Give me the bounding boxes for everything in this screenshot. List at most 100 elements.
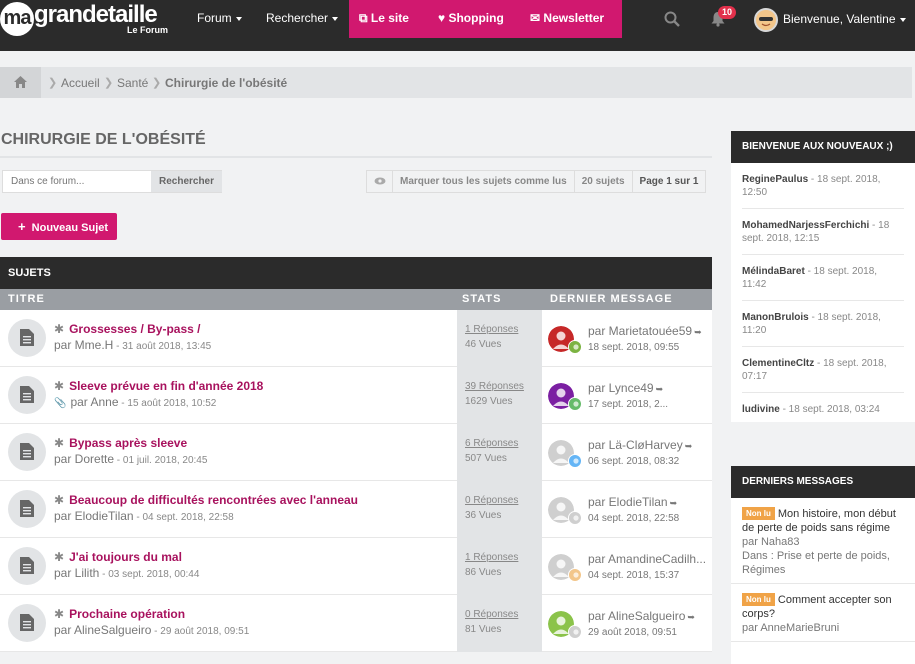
mark-read-button[interactable]: Marquer tous les sujets comme lus (393, 171, 575, 192)
avatar[interactable] (568, 625, 582, 639)
topic-author[interactable]: par Dorette (54, 452, 114, 466)
breadcrumb-home[interactable] (0, 67, 41, 98)
replies-link[interactable]: 0 Réponses (465, 609, 518, 620)
user-avatar-icon (569, 512, 581, 524)
latest-message-author[interactable]: par AnneMarieBruni (742, 621, 904, 635)
replies-link[interactable]: 1 Réponses (465, 552, 518, 563)
topic-title-link[interactable]: Grossesses / By-pass / (69, 322, 200, 336)
user-avatar-icon (569, 569, 581, 581)
replies-link[interactable]: 39 Réponses (465, 381, 524, 392)
member-name[interactable]: ClementineCltz (742, 358, 814, 369)
topic-author[interactable]: par Anne (70, 395, 118, 409)
nav-newsletter[interactable]: ✉ Newsletter (520, 0, 622, 38)
go-to-post-icon[interactable]: ➥ (656, 384, 664, 394)
search-icon[interactable] (664, 11, 680, 27)
watch-forum-button[interactable] (367, 171, 393, 192)
last-message-author[interactable]: par Lä-CløHarvey ➥ (588, 438, 692, 452)
member-date: - 18 sept. 2018, 03:24 (779, 404, 880, 415)
last-message-author-label: par Lä-CløHarvey (588, 438, 683, 452)
forum-search-input[interactable] (3, 171, 151, 192)
table-row[interactable]: ✱ Grossesses / By-pass / par Mme.H - 31 ao… (0, 310, 712, 367)
topic-title-line: ✱ Grossesses / By-pass / (54, 322, 200, 336)
table-row[interactable]: ✱ J'ai toujours du mal par Lilith - 03 sep… (0, 538, 712, 595)
topic-title-link[interactable]: Sleeve prévue en fin d'année 2018 (69, 379, 263, 393)
topic-icon-circle (8, 490, 46, 528)
document-icon (20, 329, 34, 346)
member-name[interactable]: MohamedNarjessFerchichi (742, 220, 869, 231)
topic-date: - 01 juil. 2018, 20:45 (114, 455, 208, 466)
latest-message-author[interactable]: par Naha83 (742, 535, 904, 549)
eye-icon (374, 177, 385, 185)
nav-le-site[interactable]: ⧉ Le site (349, 0, 432, 38)
list-item: ManonBrulois - 18 sept. 2018, 11:20 (742, 301, 904, 347)
forum-toolbar: Marquer tous les sujets comme lus 20 suj… (366, 170, 707, 193)
views-count: 507 Vues (465, 453, 507, 464)
topic-icon-circle (8, 433, 46, 471)
chevron-down-icon (899, 17, 906, 22)
new-topic-button[interactable]: + Nouveau Sujet (1, 213, 117, 240)
replies-link[interactable]: 6 Réponses (465, 438, 518, 449)
topic-meta: par Dorette - 01 juil. 2018, 20:45 (54, 452, 207, 466)
go-to-post-icon[interactable]: ➥ (687, 612, 695, 622)
plus-icon: + (17, 219, 26, 234)
last-message-author[interactable]: par Marietatouée59 ➥ (588, 324, 702, 338)
topic-author[interactable]: par ElodieTilan (54, 509, 134, 523)
column-header-row: TITRE STATS DERNIER MESSAGE (0, 289, 712, 310)
last-message-author[interactable]: par ElodieTilan ➥ (588, 495, 677, 509)
topic-author[interactable]: par Mme.H (54, 338, 113, 352)
nav-search[interactable]: Rechercher (266, 0, 339, 38)
avatar[interactable] (568, 511, 582, 525)
last-message-author[interactable]: par Lynce49 ➥ (588, 381, 663, 395)
topic-title-link[interactable]: Prochaine opération (69, 607, 185, 621)
avatar[interactable] (568, 454, 582, 468)
list-item: MohamedNarjessFerchichi - 18 sept. 2018,… (742, 209, 904, 255)
avatar[interactable] (568, 340, 582, 354)
topic-title-link[interactable]: J'ai toujours du mal (69, 550, 182, 564)
breadcrumb-sante[interactable]: Santé (117, 76, 148, 90)
topic-title-link[interactable]: Beaucoup de difficultés rencontrées avec… (69, 493, 358, 507)
logo-circle: ma (0, 2, 34, 36)
topic-author[interactable]: par AlineSalgueiro (54, 623, 151, 637)
breadcrumb-accueil[interactable]: Accueil (61, 76, 100, 90)
chevron-down-icon (332, 16, 339, 21)
user-avatar-icon (569, 398, 581, 410)
sidebar-welcome-title: BIENVENUE AUX NOUVEAUX ;) (731, 131, 915, 163)
replies-link[interactable]: 1 Réponses (465, 324, 518, 335)
go-to-post-icon[interactable]: ➥ (694, 327, 702, 337)
forum-search-button[interactable]: Rechercher (151, 171, 222, 192)
topics-header: SUJETS (0, 257, 712, 289)
avatar[interactable] (568, 397, 582, 411)
latest-message-forum[interactable]: Dans : Prise et perte de poids, Régimes (742, 549, 904, 577)
topic-author[interactable]: par Lilith (54, 566, 99, 580)
member-name[interactable]: ManonBrulois (742, 312, 809, 323)
asterisk-icon: ✱ (54, 493, 65, 507)
document-icon (20, 614, 34, 631)
table-row[interactable]: ✱ Bypass après sleeve par Dorette - 01 jui… (0, 424, 712, 481)
member-name[interactable]: ludivine (742, 404, 780, 415)
last-message-author[interactable]: par AmandineCadilh...➥ (588, 552, 706, 566)
avatar[interactable] (754, 8, 778, 32)
avatar[interactable] (568, 568, 582, 582)
views-count: 46 Vues (465, 339, 502, 350)
logo-subtitle: Le Forum (127, 25, 169, 35)
title-divider (0, 156, 712, 158)
table-row[interactable]: ✱ Prochaine opération par AlineSalgueiro -… (0, 595, 712, 652)
go-to-post-icon[interactable]: ➥ (685, 441, 693, 451)
pagination-label: Page 1 sur 1 (639, 176, 699, 187)
chevron-down-icon (235, 16, 242, 21)
topic-title-link[interactable]: Bypass après sleeve (69, 436, 187, 450)
table-row[interactable]: ✱ Beaucoup de difficultés rencontrées ave… (0, 481, 712, 538)
sidebar-welcome-panel: BIENVENUE AUX NOUVEAUX ;) ReginePaulus -… (731, 131, 915, 422)
member-name[interactable]: ReginePaulus (742, 174, 808, 185)
member-name[interactable]: MélindaBaret (742, 266, 805, 277)
go-to-post-icon[interactable]: ➥ (670, 498, 678, 508)
nav-shopping[interactable]: ♥ Shopping (428, 0, 520, 38)
table-row[interactable]: ✱ Sleeve prévue en fin d'année 2018 📎 par A… (0, 367, 712, 424)
breadcrumb-separator-icon: ❯ (48, 77, 58, 89)
paperclip-icon: 📎 (54, 398, 67, 409)
user-menu[interactable]: Bienvenue, Valentine (783, 12, 906, 26)
last-message-author[interactable]: par AlineSalgueiro ➥ (588, 609, 695, 623)
replies-link[interactable]: 0 Réponses (465, 495, 518, 506)
list-item: ClementineCltz - 18 sept. 2018, 07:17 (742, 347, 904, 393)
nav-forum[interactable]: Forum (197, 0, 242, 38)
